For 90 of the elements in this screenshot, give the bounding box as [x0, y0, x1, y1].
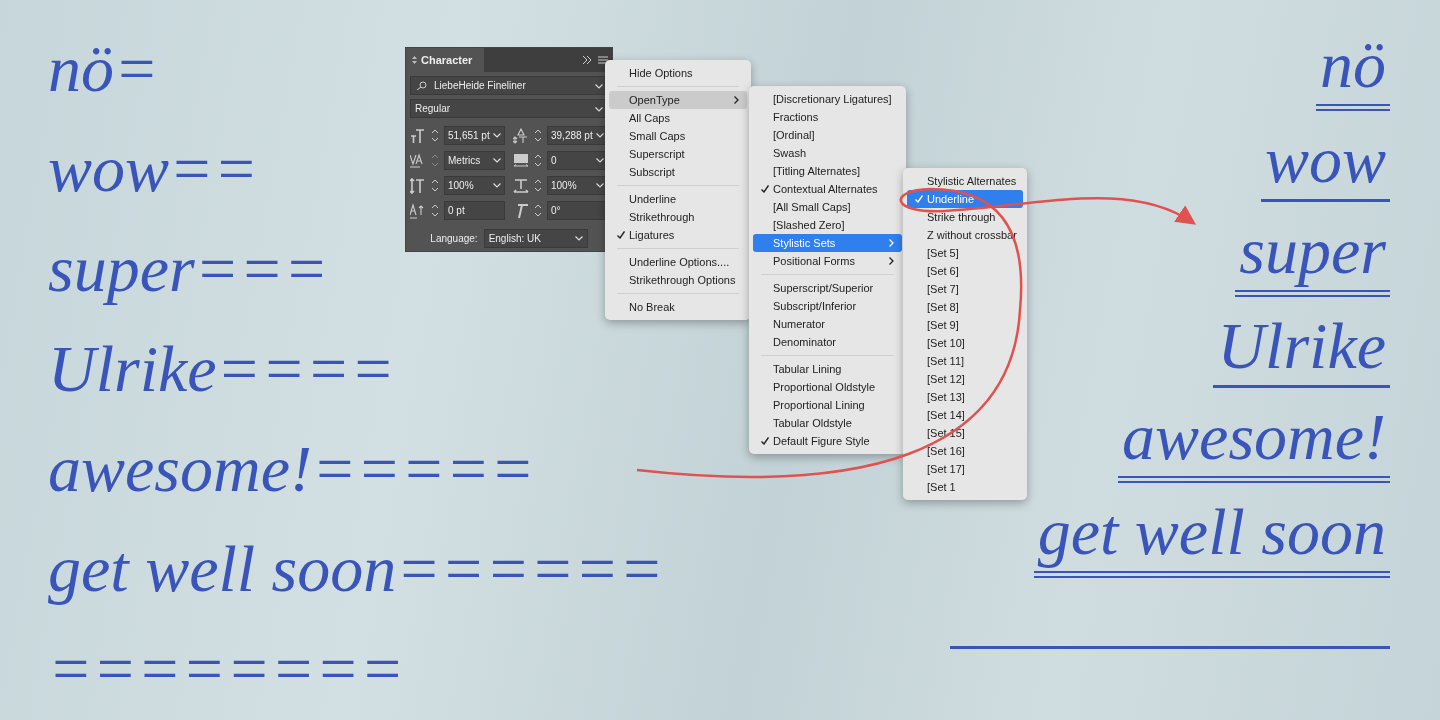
menu-item[interactable]: Stylistic Sets: [753, 234, 902, 252]
menu-item[interactable]: Ligatures: [609, 226, 747, 244]
menu-item[interactable]: Underline: [609, 190, 747, 208]
language-label: Language:: [430, 233, 478, 244]
type-setting-icon: [513, 127, 529, 144]
underlined-script-text: awesome!: [1118, 402, 1390, 483]
menu-item[interactable]: [Slashed Zero]: [753, 216, 902, 234]
type-setting-icon: [410, 152, 426, 169]
value-field[interactable]: 100%: [444, 176, 505, 195]
script-text: nö=: [48, 31, 159, 107]
menu-item[interactable]: Subscript: [609, 163, 747, 181]
menu-item[interactable]: Contextual Alternates: [753, 180, 902, 198]
menu-item[interactable]: [Set 1: [907, 478, 1023, 496]
menu-item[interactable]: Positional Forms: [753, 252, 902, 270]
underlined-script-text: get well soon: [1033, 497, 1390, 578]
value-field[interactable]: 0: [547, 151, 608, 170]
menu-item[interactable]: Superscript: [609, 145, 747, 163]
menu-item[interactable]: [Set 11]: [907, 352, 1023, 370]
menu-item[interactable]: Stylistic Alternates: [907, 172, 1023, 190]
chevron-down-icon: [493, 183, 501, 188]
type-setting-icon: [410, 177, 426, 194]
menu-item[interactable]: [Ordinal]: [753, 126, 902, 144]
language-dropdown[interactable]: English: UK: [483, 229, 588, 248]
menu-item[interactable]: [Set 8]: [907, 298, 1023, 316]
menu-item[interactable]: Hide Options: [609, 64, 747, 82]
value-field[interactable]: 51,651 pt: [444, 126, 505, 145]
chevron-down-icon: [493, 158, 501, 163]
menu-item[interactable]: Default Figure Style: [753, 432, 902, 450]
underlined-script-text: nö: [1316, 30, 1390, 111]
menu-item[interactable]: [Set 16]: [907, 442, 1023, 460]
chevron-down-icon: [595, 84, 603, 89]
value-field[interactable]: 39,288 pt: [547, 126, 608, 145]
script-text: ========: [48, 631, 405, 707]
value-field[interactable]: 0 pt: [444, 201, 505, 220]
menu-item[interactable]: Strikethrough Options: [609, 271, 747, 289]
double-chevron-icon[interactable]: [582, 56, 592, 64]
menu-item[interactable]: [Set 15]: [907, 424, 1023, 442]
panel-title: Character: [421, 54, 473, 66]
script-text: super===: [48, 231, 329, 307]
menu-item[interactable]: Superscript/Superior: [753, 279, 902, 297]
menu-item[interactable]: [Set 12]: [907, 370, 1023, 388]
menu-item[interactable]: Strikethrough: [609, 208, 747, 226]
font-family-field[interactable]: LiebeHeide Fineliner: [410, 76, 608, 95]
script-text: wow==: [48, 131, 259, 207]
menu-item[interactable]: Proportional Oldstyle: [753, 378, 902, 396]
menu-item[interactable]: Denominator: [753, 333, 902, 351]
menu-item[interactable]: Fractions: [753, 108, 902, 126]
type-setting-icon: [410, 127, 426, 144]
menu-item[interactable]: Tabular Oldstyle: [753, 414, 902, 432]
collapse-arrows-icon: [412, 56, 417, 64]
menu-item[interactable]: [Set 5]: [907, 244, 1023, 262]
chevron-down-icon: [493, 133, 501, 138]
chevron-down-icon: [595, 107, 603, 112]
script-text: Ulrike====: [48, 331, 395, 407]
type-setting-icon: [513, 152, 529, 169]
menu-item[interactable]: Tabular Lining: [753, 360, 902, 378]
underlined-script-text: wow: [1260, 125, 1390, 202]
panel-tab[interactable]: Character: [406, 48, 485, 72]
menu-item[interactable]: Strike through: [907, 208, 1023, 226]
underlined-script-text: Ulrike: [1213, 311, 1390, 388]
menu-item[interactable]: [Set 13]: [907, 388, 1023, 406]
chevron-down-icon: [574, 236, 583, 241]
menu-item[interactable]: Numerator: [753, 315, 902, 333]
search-icon: [415, 81, 429, 90]
menu-item[interactable]: [Set 14]: [907, 406, 1023, 424]
menu-item[interactable]: [Set 17]: [907, 460, 1023, 478]
menu-item[interactable]: [Titling Alternates]: [753, 162, 902, 180]
menu-item[interactable]: [Discretionary Ligatures]: [753, 90, 902, 108]
menu-item[interactable]: Subscript/Inferior: [753, 297, 902, 315]
menu-item[interactable]: [All Small Caps]: [753, 198, 902, 216]
menu-item[interactable]: No Break: [609, 298, 747, 316]
menu-item[interactable]: [Set 7]: [907, 280, 1023, 298]
script-text: awesome!=====: [48, 431, 535, 507]
menu-item[interactable]: [Set 9]: [907, 316, 1023, 334]
menu-item[interactable]: All Caps: [609, 109, 747, 127]
type-setting-icon: [513, 177, 529, 194]
menu-icon[interactable]: [598, 56, 608, 64]
type-setting-icon: [410, 202, 426, 219]
underlined-script-text: super: [1235, 216, 1390, 297]
menu-item[interactable]: Small Caps: [609, 127, 747, 145]
menu-item[interactable]: [Set 6]: [907, 262, 1023, 280]
menu-item[interactable]: OpenType: [609, 91, 747, 109]
menu-item[interactable]: Underline Options....: [609, 253, 747, 271]
font-style-field[interactable]: Regular: [410, 99, 608, 118]
value-field[interactable]: 100%: [547, 176, 608, 195]
menu-item[interactable]: Proportional Lining: [753, 396, 902, 414]
value-field[interactable]: 0°: [547, 201, 608, 220]
menu-item[interactable]: [Set 10]: [907, 334, 1023, 352]
script-text: get well soon======: [48, 531, 664, 607]
menu-item[interactable]: Swash: [753, 144, 902, 162]
